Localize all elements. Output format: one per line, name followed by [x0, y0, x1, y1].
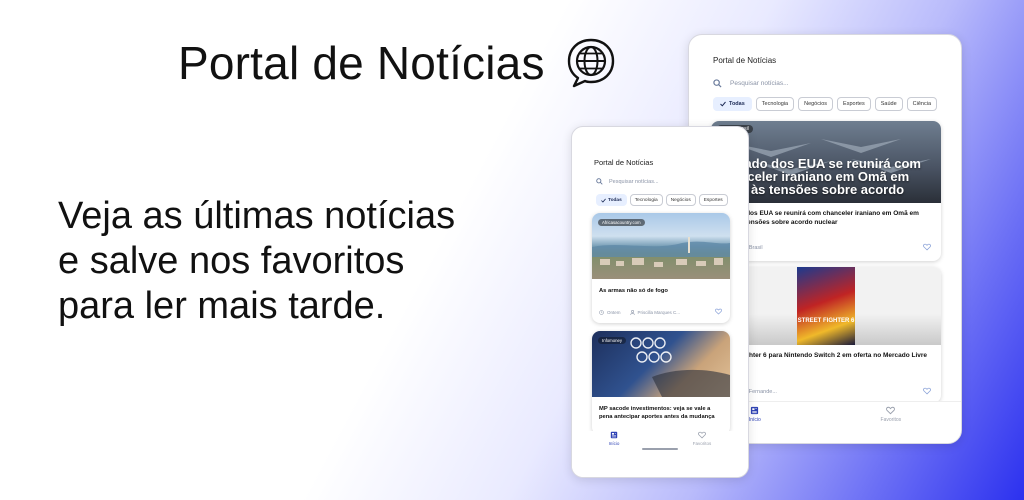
person-icon [629, 310, 635, 315]
check-icon [601, 198, 606, 203]
chip-esportes[interactable]: Esportes [698, 194, 728, 206]
news-icon [751, 406, 759, 415]
search-placeholder: Pesquisar notícias... [609, 178, 659, 185]
tagline-line-3: para ler mais tarde. [58, 285, 386, 327]
news-title: As armas não só de fogo [599, 288, 668, 294]
tagline-line-2: e salve nos favoritos [58, 240, 405, 282]
phone-mockup: Portal de Notícias Pesquisar notícias...… [571, 126, 749, 478]
tagline-line-1: Veja as últimas notícias [58, 195, 456, 237]
chip-ciencia[interactable]: Ciência [906, 97, 937, 111]
news-meta: Ontem Priscilla Marques C... [599, 310, 680, 315]
favorite-heart-icon[interactable] [923, 387, 931, 395]
category-chips: Todas Tecnologia Negócios Esportes [596, 194, 730, 206]
promo-tagline: Veja as últimas notícias e salve nos fav… [58, 194, 455, 329]
chip-todas[interactable]: Todas [713, 97, 752, 111]
nav-inicio[interactable]: Início [609, 431, 619, 446]
favorite-heart-icon[interactable] [923, 243, 931, 251]
clock-icon [599, 310, 604, 315]
chip-tecnologia[interactable]: Tecnologia [755, 97, 795, 111]
source-badge: Infomoney [598, 337, 627, 344]
nav-favoritos[interactable]: Favoritos [693, 431, 711, 446]
bottom-navigation: Início Favoritos [572, 431, 748, 477]
game-cover: STREET FIGHTER 6 [797, 267, 855, 345]
news-image: Infomoney [592, 331, 730, 397]
chip-negocios[interactable]: Negócios [665, 194, 696, 206]
cover-title: STREET FIGHTER 6 [797, 318, 855, 324]
heart-icon [886, 406, 896, 415]
heart-icon [698, 431, 706, 439]
app-title: Portal de Notícias [713, 56, 777, 65]
news-card[interactable]: Africasacountry.com As armas não só de f… [592, 213, 730, 323]
news-image: Africasacountry.com [592, 213, 730, 279]
nav-inicio[interactable]: Início [749, 402, 761, 423]
chip-negocios[interactable]: Negócios [798, 97, 834, 111]
news-title: MP sacode investimentos: veja se vale a … [599, 406, 715, 420]
category-chips: Todas Tecnologia Negócios Esportes Saúde… [713, 97, 941, 111]
app-title: Portal de Notícias [594, 158, 654, 167]
image-overlay-headline: Enviado dos EUA se reunirá com chanceler… [717, 156, 921, 197]
search-placeholder: Pesquisar notícias... [730, 80, 789, 87]
chip-tecnologia[interactable]: Tecnologia [629, 194, 663, 206]
headline-text: Portal de Notícias [178, 37, 545, 89]
check-icon [720, 101, 726, 107]
source-badge: Africasacountry.com [598, 219, 645, 226]
promo-headline: Portal de Notícias [178, 36, 617, 90]
chip-esportes[interactable]: Esportes [837, 97, 871, 111]
news-icon [610, 431, 618, 439]
globe-chat-icon [567, 38, 614, 88]
chip-todas[interactable]: Todas [596, 194, 627, 206]
search-bar[interactable]: Pesquisar notícias... [596, 178, 659, 185]
nav-favoritos[interactable]: Favoritos [881, 402, 901, 423]
search-icon [596, 178, 603, 185]
search-bar[interactable]: Pesquisar notícias... [713, 79, 789, 88]
chip-saude[interactable]: Saúde [874, 97, 903, 111]
home-indicator [642, 448, 678, 450]
search-icon [713, 79, 722, 88]
favorite-heart-icon[interactable] [715, 308, 722, 315]
news-card[interactable]: Infomoney MP sacode investimentos: veja … [592, 331, 730, 435]
